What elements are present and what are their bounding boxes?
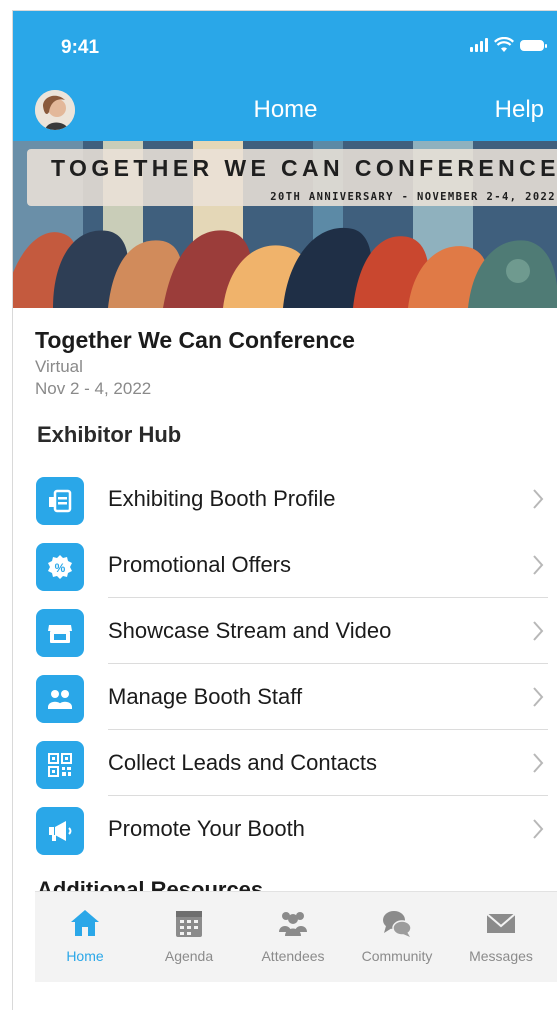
status-time: 9:41 bbox=[61, 37, 100, 58]
app-header: 9:41 Home Help bbox=[13, 11, 557, 141]
menu-item-collect-leads[interactable]: Collect Leads and Contacts bbox=[13, 730, 557, 796]
help-button[interactable]: Help bbox=[495, 96, 544, 124]
tab-agenda[interactable]: Agenda bbox=[139, 892, 239, 982]
status-icons bbox=[470, 37, 547, 53]
event-location: Virtual bbox=[35, 357, 83, 376]
menu-item-manage-booth-staff[interactable]: Manage Booth Staff bbox=[13, 664, 557, 730]
conference-banner: TOGETHER WE CAN CONFERENCE 20TH ANNIVERS… bbox=[13, 141, 557, 308]
calendar-icon bbox=[176, 911, 202, 937]
chevron-right-icon bbox=[533, 489, 544, 509]
menu-item-label: Promotional Offers bbox=[108, 552, 292, 577]
tab-label: Agenda bbox=[164, 948, 214, 964]
menu-item-showcase-stream[interactable]: Showcase Stream and Video bbox=[13, 598, 557, 664]
tab-label: Community bbox=[361, 948, 433, 964]
menu-item-label: Manage Booth Staff bbox=[108, 684, 303, 709]
tab-label: Home bbox=[66, 948, 104, 964]
chevron-right-icon bbox=[533, 753, 544, 773]
event-dates: Nov 2 - 4, 2022 bbox=[35, 379, 152, 398]
menu-item-label: Collect Leads and Contacts bbox=[108, 750, 378, 775]
staff-group-icon bbox=[36, 675, 84, 723]
page-title: Home bbox=[253, 96, 318, 123]
menu-item-label: Promote Your Booth bbox=[108, 816, 305, 841]
mail-icon bbox=[486, 913, 516, 933]
event-title: Together We Can Conference bbox=[35, 327, 355, 353]
community-icon bbox=[383, 911, 412, 937]
chevron-right-icon bbox=[533, 555, 544, 575]
chevron-right-icon bbox=[533, 621, 544, 641]
menu-item-promote-booth[interactable]: Promote Your Booth bbox=[13, 796, 557, 862]
menu-item-label: Exhibiting Booth Profile bbox=[108, 486, 336, 511]
tab-messages[interactable]: Messages bbox=[451, 892, 551, 982]
cellular-signal-icon bbox=[470, 38, 488, 52]
svg-text:%: % bbox=[55, 561, 66, 575]
chevron-right-icon bbox=[533, 819, 544, 839]
percent-badge-icon: % bbox=[36, 543, 84, 591]
attendees-icon bbox=[279, 912, 307, 936]
menu-item-label: Showcase Stream and Video bbox=[108, 618, 392, 643]
tab-attendees[interactable]: Attendees bbox=[243, 892, 343, 982]
banner-title: TOGETHER WE CAN CONFERENCE bbox=[51, 155, 557, 181]
battery-icon bbox=[520, 39, 547, 51]
tab-community[interactable]: Community bbox=[347, 892, 447, 982]
app-screen: 9:41 Home Help TOGETHER WE CAN CONFERENC… bbox=[12, 10, 557, 1010]
home-icon bbox=[71, 910, 99, 936]
tab-label: Attendees bbox=[261, 948, 325, 964]
qr-code-icon bbox=[36, 741, 84, 789]
tab-label: Messages bbox=[469, 948, 533, 964]
booth-profile-icon bbox=[36, 477, 84, 525]
banner-subtitle: 20TH ANNIVERSARY - NOVEMBER 2-4, 2022 bbox=[270, 191, 556, 203]
section-title-exhibitor-hub: Exhibitor Hub bbox=[37, 422, 182, 447]
storefront-icon bbox=[36, 609, 84, 657]
tab-home[interactable]: Home bbox=[35, 892, 135, 982]
megaphone-icon bbox=[36, 807, 84, 855]
tab-bar: Home Agenda Attendees Community Messages bbox=[35, 891, 557, 982]
wifi-icon bbox=[494, 37, 514, 52]
chevron-right-icon bbox=[533, 687, 544, 707]
menu-item-booth-profile[interactable]: Exhibiting Booth Profile bbox=[13, 466, 557, 532]
menu-item-promotional-offers[interactable]: % Promotional Offers bbox=[13, 532, 557, 598]
